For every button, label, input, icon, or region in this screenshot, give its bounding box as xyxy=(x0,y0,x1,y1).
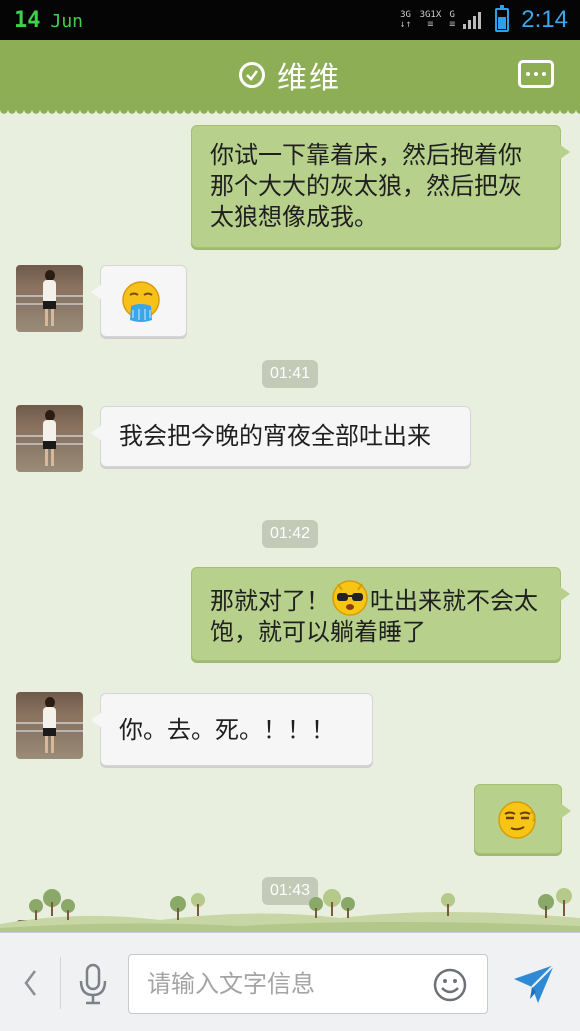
send-icon[interactable] xyxy=(510,961,558,1007)
network-3g-icon: 3G ↓↑ xyxy=(399,10,412,30)
emoji-face-icon[interactable] xyxy=(433,968,467,1002)
message-bubble-incoming[interactable] xyxy=(91,265,187,337)
divider xyxy=(60,957,61,1009)
message-bubble-outgoing[interactable]: 你试一下靠着床，然后抱着你那个大大的灰太狼，然后把灰太狼想像成我。 xyxy=(191,125,570,248)
message-bubble-incoming-partial[interactable] xyxy=(100,922,471,932)
cool-sunglasses-emoji-icon xyxy=(332,580,368,616)
message-bubble-outgoing[interactable] xyxy=(474,784,571,854)
message-text: 你试一下靠着床，然后抱着你那个大大的灰太狼，然后把灰太狼想像成我。 xyxy=(210,141,522,231)
timestamp-chip: 01:41 xyxy=(261,360,319,388)
vomit-emoji-icon xyxy=(122,281,160,322)
status-day: 14 xyxy=(14,7,41,33)
verified-check-icon xyxy=(239,62,265,88)
contact-avatar[interactable] xyxy=(16,692,83,759)
title-wrap: 维维 xyxy=(239,53,341,97)
chat-area[interactable]: 你试一下靠着床，然后抱着你那个大大的灰太狼，然后把灰太狼想像成我。 01:41 … xyxy=(0,110,580,932)
chat-title[interactable]: 维维 xyxy=(277,53,341,97)
network-g-icon: G ≡ xyxy=(449,10,456,30)
more-options-button[interactable] xyxy=(518,60,554,88)
status-icons: 3G ↓↑ 3G1X ≡ G ≡ 2:14 xyxy=(399,5,568,34)
status-month: Jun xyxy=(50,10,84,32)
message-text: 我会把今晚的宵夜全部吐出来 xyxy=(119,422,431,450)
microphone-icon[interactable] xyxy=(76,963,110,1005)
status-date: 14 Jun xyxy=(14,8,83,33)
network-3g-1x-icon: 3G1X ≡ xyxy=(419,10,442,30)
message-text: 你。去。死。！！！ xyxy=(119,716,335,744)
message-bubble-incoming[interactable]: 你。去。死。！！！ xyxy=(91,693,373,766)
message-bubble-outgoing[interactable]: 那就对了！ 吐出来就不会太饱，就可以躺着睡了 xyxy=(191,567,570,661)
contact-avatar[interactable] xyxy=(16,920,83,932)
status-bar: 14 Jun 3G ↓↑ 3G1X ≡ G ≡ 2:14 xyxy=(0,0,580,40)
message-bubble-incoming[interactable]: 我会把今晚的宵夜全部吐出来 xyxy=(91,406,471,467)
battery-icon xyxy=(495,5,510,32)
smug-emoji-icon xyxy=(498,801,536,839)
message-text-before: 那就对了！ xyxy=(210,587,330,615)
chevron-left-icon[interactable] xyxy=(20,965,40,1001)
signal-strength-icon xyxy=(463,11,482,29)
contact-avatar[interactable] xyxy=(16,405,83,472)
message-input-bar: 请输入文字信息 xyxy=(0,932,580,1031)
status-clock: 2:14 xyxy=(521,6,568,33)
timestamp-chip: 01:43 xyxy=(261,877,319,905)
chat-header: 维维 xyxy=(0,40,580,116)
timestamp-chip: 01:42 xyxy=(261,520,319,548)
contact-avatar[interactable] xyxy=(16,265,83,332)
